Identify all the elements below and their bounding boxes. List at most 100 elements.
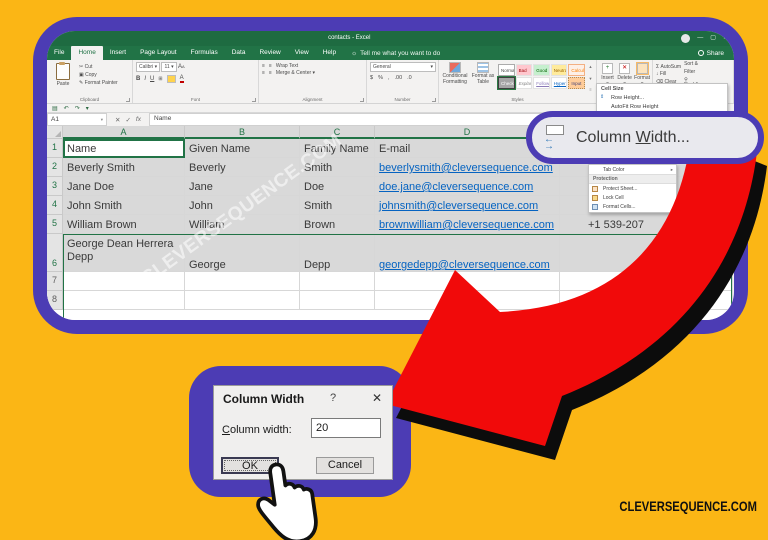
redo-icon[interactable]: ↷	[75, 105, 80, 112]
align-middle-icon[interactable]: ≡	[269, 63, 272, 69]
row-header-5[interactable]: 5	[47, 215, 63, 234]
tab-view[interactable]: View	[288, 46, 316, 60]
close-icon[interactable]: ✕	[372, 391, 382, 405]
cell-c1[interactable]: Family Name	[300, 139, 375, 158]
font-name-select[interactable]: Calibri ▾	[136, 62, 161, 72]
cell-b2[interactable]: Beverly	[185, 158, 300, 177]
save-icon[interactable]: ▤	[52, 105, 58, 112]
tab-page-layout[interactable]: Page Layout	[133, 46, 184, 60]
shrink-font-button[interactable]: A	[182, 64, 185, 69]
cell-d4[interactable]: johnsmith@cleversequence.com	[375, 196, 560, 215]
cell-a5[interactable]: William Brown	[63, 215, 185, 234]
cell-a7[interactable]	[63, 272, 185, 291]
dialog-launcher-icon[interactable]	[252, 98, 256, 102]
row-header-3[interactable]: 3	[47, 177, 63, 196]
cut-button[interactable]: ✂ Cut	[79, 64, 118, 70]
row-header-4[interactable]: 4	[47, 196, 63, 215]
cell-b6[interactable]: George	[185, 234, 300, 272]
style-input[interactable]: Input	[568, 77, 585, 89]
increase-decimal-button[interactable]: .00	[394, 75, 402, 81]
row-header-6[interactable]: 6	[47, 234, 63, 272]
italic-button[interactable]: I	[144, 76, 146, 82]
cell-c6[interactable]: Depp	[300, 234, 375, 272]
conditional-formatting-button[interactable]: Conditional Formatting	[442, 62, 468, 94]
cell-a3[interactable]: Jane Doe	[63, 177, 185, 196]
maximize-icon[interactable]: ▢	[710, 34, 716, 43]
cell-e8[interactable]	[560, 291, 733, 310]
cell-c4[interactable]: Smith	[300, 196, 375, 215]
dialog-launcher-icon[interactable]	[126, 98, 130, 102]
enter-entry-icon[interactable]: ✓	[125, 116, 130, 124]
menu-item-autofit-row-height[interactable]: AutoFit Row Height	[597, 102, 727, 111]
style-neutral[interactable]: Neutral	[550, 64, 568, 76]
cell-e7[interactable]	[560, 272, 733, 291]
underline-button[interactable]: U	[150, 76, 154, 82]
wrap-text-button[interactable]: Wrap Text	[276, 63, 298, 69]
gallery-more-icon[interactable]: ≡	[589, 87, 591, 92]
copy-button[interactable]: ▣ Copy	[79, 72, 118, 78]
currency-format-button[interactable]: $	[370, 75, 373, 81]
cell-a8[interactable]	[63, 291, 185, 310]
tab-review[interactable]: Review	[252, 46, 287, 60]
minimize-icon[interactable]: —	[697, 34, 703, 43]
cell-d2[interactable]: beverlysmith@cleversequence.com	[375, 158, 560, 177]
close-icon[interactable]: ✕	[723, 34, 728, 43]
autosum-button[interactable]: Σ AutoSum	[656, 64, 681, 70]
font-color-icon[interactable]: A	[179, 75, 184, 83]
row-header-8[interactable]: 8	[47, 291, 63, 310]
style-good[interactable]: Good	[533, 64, 550, 76]
merge-center-button[interactable]: Merge & Center ▾	[276, 70, 315, 76]
column-width-input[interactable]: 20	[311, 418, 381, 438]
bold-button[interactable]: B	[136, 76, 140, 82]
row-header-2[interactable]: 2	[47, 158, 63, 177]
cell-d8[interactable]	[375, 291, 560, 310]
format-as-table-button[interactable]: Format as Table	[470, 62, 496, 94]
align-top-icon[interactable]: ≡	[262, 63, 265, 69]
borders-icon[interactable]: ⊞	[158, 76, 162, 82]
cell-d5[interactable]: brownwilliam@cleversequence.com	[375, 215, 560, 234]
column-width-menu-callout[interactable]: ← → Column Width...	[526, 111, 764, 164]
format-painter-button[interactable]: ✎ Format Painter	[79, 80, 118, 86]
style-bad[interactable]: Bad	[515, 64, 533, 76]
fx-icon[interactable]: fx	[136, 116, 141, 123]
cell-d6[interactable]: georgedepp@cleversequence.com	[375, 234, 560, 272]
cell-d7[interactable]	[375, 272, 560, 291]
cell-a1[interactable]: Name	[63, 139, 185, 158]
cell-b5[interactable]: William	[185, 215, 300, 234]
style-explanatory[interactable]: Explanatory...	[515, 77, 533, 89]
tab-data[interactable]: Data	[225, 46, 253, 60]
menu-item-row-height[interactable]: ⇕ Row Height...	[597, 93, 727, 102]
menu-item-lock-cell[interactable]: Lock Cell	[589, 193, 676, 202]
sort-filter-button[interactable]: Sort & Filter	[684, 61, 698, 76]
cell-c3[interactable]: Doe	[300, 177, 375, 196]
cell-b4[interactable]: John	[185, 196, 300, 215]
gallery-down-icon[interactable]: ▼	[589, 76, 593, 81]
paste-button[interactable]: Paste	[50, 62, 76, 94]
style-check-cell[interactable]: Check Cell	[497, 76, 516, 90]
style-calculation[interactable]: Calculation	[568, 64, 585, 76]
style-followed-hyperlink[interactable]: Followed Hy...	[533, 77, 550, 89]
help-icon[interactable]: ?	[330, 392, 336, 404]
cell-a6[interactable]: George Dean Herrera Depp	[63, 234, 185, 272]
fill-button[interactable]: ↓ Fill	[656, 71, 681, 77]
cell-b7[interactable]	[185, 272, 300, 291]
align-center-icon[interactable]: ≡	[269, 70, 272, 76]
comma-format-button[interactable]: ,	[388, 75, 390, 81]
column-header-b[interactable]: B	[185, 126, 300, 139]
cancel-entry-icon[interactable]: ✕	[115, 116, 120, 124]
cell-b1[interactable]: Given Name	[185, 139, 300, 158]
tab-help[interactable]: Help	[316, 46, 343, 60]
menu-item-format-cells[interactable]: Format Cells...	[589, 202, 676, 211]
number-format-select[interactable]: General ▾	[370, 62, 436, 72]
select-all-corner[interactable]	[47, 126, 63, 139]
cell-c5[interactable]: Brown	[300, 215, 375, 234]
share-button[interactable]: Share	[697, 46, 734, 60]
decrease-decimal-button[interactable]: .0	[407, 75, 412, 81]
tab-formulas[interactable]: Formulas	[184, 46, 225, 60]
cell-c8[interactable]	[300, 291, 375, 310]
cell-b8[interactable]	[185, 291, 300, 310]
align-left-icon[interactable]: ≡	[262, 70, 265, 76]
user-avatar[interactable]	[681, 34, 691, 43]
cell-a4[interactable]: John Smith	[63, 196, 185, 215]
style-normal[interactable]: Normal	[498, 64, 515, 76]
